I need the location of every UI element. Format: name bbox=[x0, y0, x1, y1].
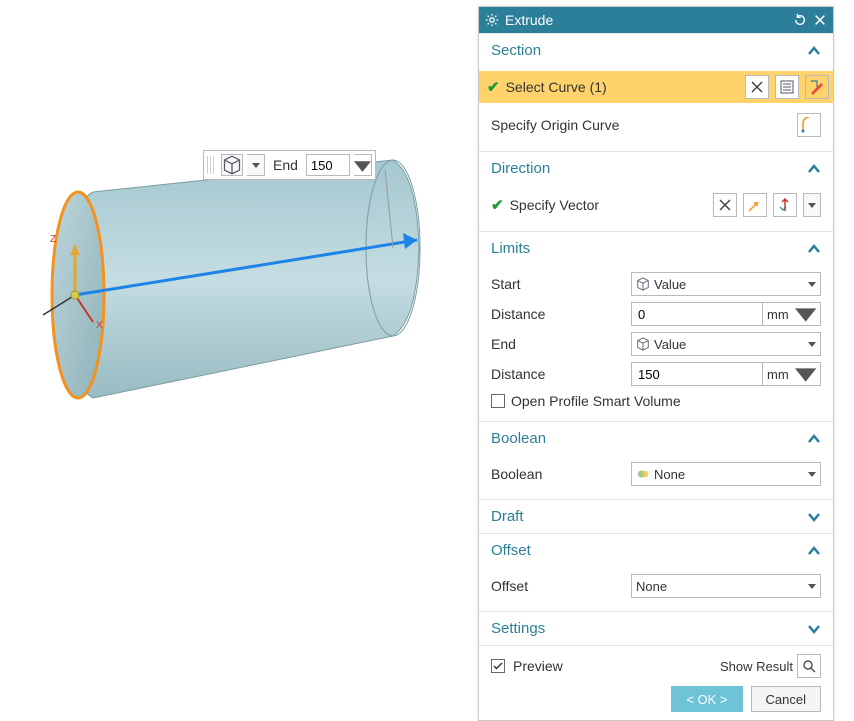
boolean-row: Boolean None bbox=[491, 459, 821, 489]
end-label: End bbox=[491, 336, 631, 352]
vector-arrow-icon[interactable]: ... bbox=[743, 193, 767, 217]
viewport-cylinder: X Z bbox=[15, 140, 445, 480]
float-value-dropdown[interactable] bbox=[354, 154, 372, 176]
chevron-down-icon bbox=[807, 622, 821, 636]
cube-icon bbox=[636, 277, 650, 291]
specify-vector-label: Specify Vector bbox=[510, 197, 600, 213]
section-content-section: ✔ Select Curve (1) Specify Origin Curve bbox=[479, 67, 833, 151]
float-value-input[interactable] bbox=[306, 154, 350, 176]
dialog-titlebar[interactable]: Extrude bbox=[479, 7, 833, 33]
chevron-up-icon bbox=[807, 242, 821, 256]
preview-label: Preview bbox=[513, 658, 563, 674]
dialog-buttons: < OK > Cancel bbox=[479, 686, 833, 720]
section-content-limits: Start Value Distance mm End Value Distan… bbox=[479, 265, 833, 421]
cube-icon[interactable] bbox=[221, 154, 243, 176]
boolean-select[interactable]: None bbox=[631, 462, 821, 486]
origin-curve-row[interactable]: Specify Origin Curve bbox=[491, 109, 821, 141]
preview-checkbox[interactable] bbox=[491, 659, 505, 673]
start-distance-unit[interactable]: mm bbox=[763, 302, 821, 326]
grip-icon bbox=[207, 156, 215, 174]
specify-vector-row[interactable]: ✔ Specify Vector ... bbox=[491, 189, 821, 221]
section-header-boolean[interactable]: Boolean bbox=[479, 421, 833, 455]
vector-dropdown[interactable] bbox=[803, 193, 821, 217]
chevron-up-icon bbox=[807, 432, 821, 446]
section-header-limits[interactable]: Limits bbox=[479, 231, 833, 265]
show-result[interactable]: Show Result bbox=[720, 654, 821, 678]
svg-text:X: X bbox=[96, 320, 103, 331]
select-curve-row[interactable]: ✔ Select Curve (1) bbox=[479, 71, 833, 103]
section-header-draft[interactable]: Draft bbox=[479, 499, 833, 533]
open-profile-checkbox[interactable] bbox=[491, 394, 505, 408]
end-distance-input[interactable] bbox=[631, 362, 763, 386]
intersect-icon[interactable] bbox=[745, 75, 769, 99]
float-label: End bbox=[269, 157, 302, 173]
check-icon: ✔ bbox=[487, 78, 500, 96]
section-content-direction: ✔ Specify Vector ... bbox=[479, 185, 833, 231]
start-select[interactable]: Value bbox=[631, 272, 821, 296]
section-content-boolean: Boolean None bbox=[479, 455, 833, 499]
reverse-vector-icon[interactable] bbox=[773, 193, 797, 217]
vector-x-icon[interactable] bbox=[713, 193, 737, 217]
sketch-icon[interactable] bbox=[805, 75, 829, 99]
limits-end-distance-row: Distance mm bbox=[491, 359, 821, 389]
limits-start-distance-row: Distance mm bbox=[491, 299, 821, 329]
origin-curve-icon[interactable] bbox=[797, 113, 821, 137]
magnifier-icon[interactable] bbox=[797, 654, 821, 678]
gear-icon[interactable] bbox=[485, 13, 499, 27]
none-icon bbox=[636, 467, 650, 481]
start-label: Start bbox=[491, 276, 631, 292]
chevron-up-icon bbox=[807, 44, 821, 58]
offset-label: Offset bbox=[491, 578, 631, 594]
ok-button[interactable]: < OK > bbox=[671, 686, 742, 712]
cancel-button[interactable]: Cancel bbox=[751, 686, 821, 712]
svg-text:Z: Z bbox=[50, 234, 56, 245]
dialog-footer: Preview Show Result bbox=[479, 645, 833, 686]
chevron-up-icon bbox=[807, 162, 821, 176]
section-header-direction[interactable]: Direction bbox=[479, 151, 833, 185]
extrude-dialog: Extrude Section ✔ Select Curve (1) bbox=[478, 6, 834, 721]
chevron-up-icon bbox=[807, 544, 821, 558]
limits-end-row: End Value bbox=[491, 329, 821, 359]
start-distance-input[interactable] bbox=[631, 302, 763, 326]
svg-text:...: ... bbox=[755, 199, 760, 205]
cube-dropdown[interactable] bbox=[247, 154, 265, 176]
chevron-down-icon bbox=[807, 510, 821, 524]
offset-row: Offset None bbox=[491, 571, 821, 601]
select-curve-label: Select Curve (1) bbox=[506, 79, 607, 95]
end-select[interactable]: Value bbox=[631, 332, 821, 356]
boolean-label: Boolean bbox=[491, 466, 631, 482]
offset-select[interactable]: None bbox=[631, 574, 821, 598]
section-header-settings[interactable]: Settings bbox=[479, 611, 833, 645]
close-icon[interactable] bbox=[813, 13, 827, 27]
start-distance-label: Distance bbox=[491, 306, 631, 322]
end-distance-label: Distance bbox=[491, 366, 631, 382]
cube-icon bbox=[636, 337, 650, 351]
end-distance-unit[interactable]: mm bbox=[763, 362, 821, 386]
list-icon[interactable] bbox=[775, 75, 799, 99]
section-content-offset: Offset None bbox=[479, 567, 833, 611]
limits-start-row: Start Value bbox=[491, 269, 821, 299]
floating-end-entry[interactable]: End bbox=[203, 150, 376, 180]
section-header-section[interactable]: Section bbox=[479, 33, 833, 67]
open-profile-row[interactable]: Open Profile Smart Volume bbox=[491, 389, 821, 411]
open-profile-label: Open Profile Smart Volume bbox=[511, 393, 681, 409]
check-icon: ✔ bbox=[491, 196, 504, 214]
origin-curve-label: Specify Origin Curve bbox=[491, 117, 619, 133]
reset-icon[interactable] bbox=[793, 13, 807, 27]
section-header-offset[interactable]: Offset bbox=[479, 533, 833, 567]
dialog-title: Extrude bbox=[505, 12, 787, 28]
